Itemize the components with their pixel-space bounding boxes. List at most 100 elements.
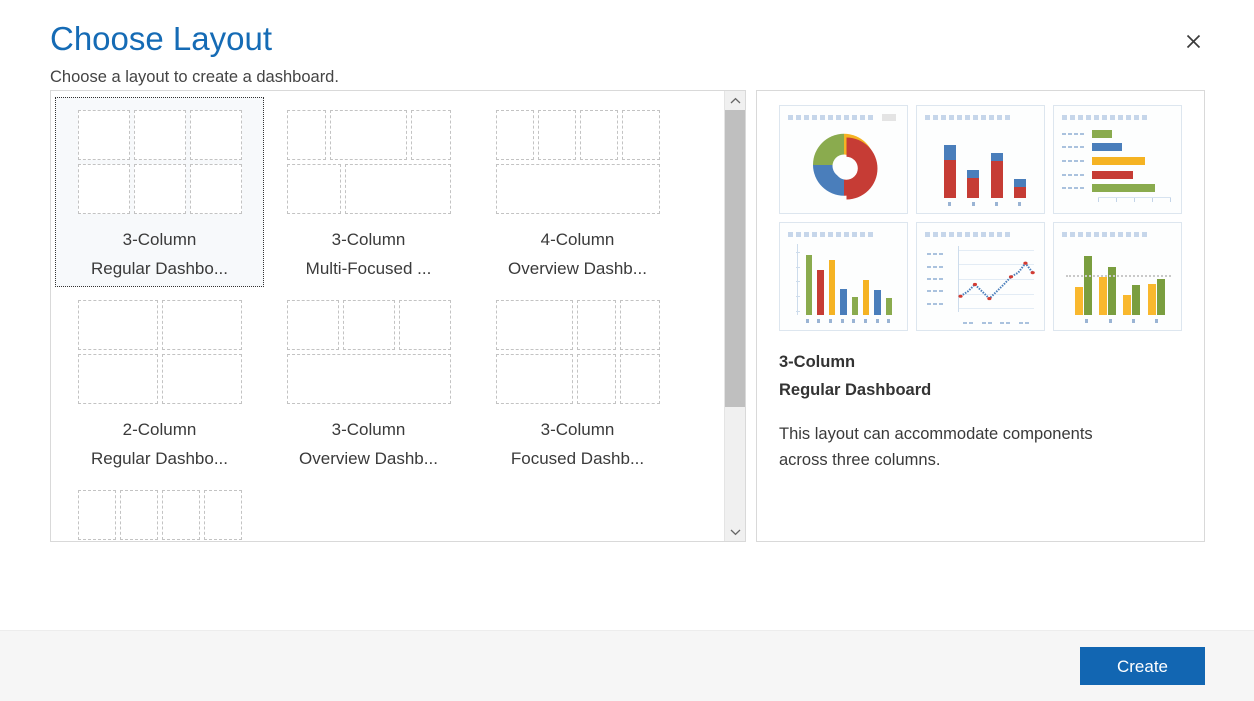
layout-cell bbox=[576, 300, 616, 350]
x-axis-ticks bbox=[801, 319, 894, 323]
layout-cell bbox=[621, 110, 660, 160]
bar bbox=[1156, 279, 1165, 315]
chevron-down-icon[interactable] bbox=[725, 522, 745, 541]
bar bbox=[851, 297, 858, 315]
grouped-bars bbox=[1071, 244, 1169, 315]
bar bbox=[1123, 294, 1132, 315]
layout-tile-6[interactable] bbox=[55, 477, 264, 541]
layout-cell bbox=[576, 354, 616, 404]
layout-tile-2[interactable]: 4-Column Overview Dashb... bbox=[473, 97, 682, 287]
layout-tile-diagram bbox=[495, 300, 660, 404]
target-line bbox=[1066, 274, 1171, 277]
bar bbox=[1147, 284, 1156, 315]
layout-tile-diagram bbox=[77, 300, 242, 404]
thumbnail-title-placeholder bbox=[788, 231, 899, 238]
layout-cell bbox=[495, 354, 573, 404]
create-button[interactable]: Create bbox=[1080, 647, 1205, 685]
bar-row bbox=[1062, 129, 1171, 138]
horizontal-bar-body bbox=[1062, 125, 1173, 207]
layout-preview-panel: 3-Column Regular Dashboard This layout c… bbox=[756, 90, 1205, 542]
layout-tile-3[interactable]: 2-Column Regular Dashbo... bbox=[55, 287, 264, 477]
layout-cell bbox=[161, 354, 242, 404]
layout-tile-diagram bbox=[77, 110, 242, 214]
layout-cell bbox=[77, 490, 116, 540]
layout-gallery: 3-Column Regular Dashbo... 3-Column Multi… bbox=[50, 90, 746, 542]
layout-cell bbox=[579, 110, 618, 160]
bar bbox=[967, 169, 980, 198]
layout-tile-label: 3-Column Multi-Focused ... bbox=[305, 230, 432, 278]
layout-cell bbox=[495, 110, 534, 160]
bar bbox=[1074, 287, 1083, 315]
thumbnail-title-placeholder bbox=[788, 114, 899, 121]
x-axis-ticks bbox=[1097, 198, 1171, 202]
layout-cell bbox=[133, 110, 186, 160]
thumbnail-badge bbox=[882, 114, 896, 121]
layout-cell bbox=[286, 110, 326, 160]
chevron-up-icon[interactable] bbox=[725, 91, 745, 110]
layout-tile-0[interactable]: 3-Column Regular Dashbo... bbox=[55, 97, 264, 287]
x-axis-label-placeholders bbox=[958, 322, 1033, 324]
line-chart-body bbox=[925, 242, 1036, 324]
grouped-bar-body bbox=[1062, 242, 1173, 324]
layout-cell bbox=[344, 164, 451, 214]
layout-tile-label: 4-Column Overview Dashb... bbox=[508, 230, 647, 278]
bar-row bbox=[1062, 170, 1171, 179]
layout-tile-5[interactable]: 3-Column Focused Dashb... bbox=[473, 287, 682, 477]
bar bbox=[943, 144, 957, 198]
bar bbox=[1132, 285, 1141, 315]
gallery-scrollbar[interactable] bbox=[724, 91, 745, 541]
dialog-body: 3-Column Regular Dashbo... 3-Column Multi… bbox=[0, 88, 1254, 701]
y-axis-line bbox=[796, 244, 798, 315]
column-bars bbox=[804, 244, 895, 315]
layout-cell bbox=[620, 300, 660, 350]
layout-cell bbox=[203, 490, 242, 540]
choose-layout-dialog: Choose Layout Choose a layout to create … bbox=[0, 0, 1254, 701]
x-axis-ticks bbox=[938, 202, 1031, 206]
layout-tile-diagram bbox=[286, 110, 451, 214]
bar-group bbox=[1123, 285, 1141, 315]
layout-tile-label: 3-Column Regular Dashbo... bbox=[90, 230, 229, 278]
layout-cell bbox=[330, 110, 407, 160]
layout-tile-diagram bbox=[286, 300, 451, 404]
column-chart-thumbnail bbox=[779, 222, 908, 331]
scrollbar-thumb[interactable] bbox=[725, 110, 745, 407]
layout-cell bbox=[286, 300, 339, 350]
bar bbox=[862, 280, 870, 315]
layout-cell bbox=[77, 354, 158, 404]
layout-cell bbox=[398, 300, 451, 350]
thumbnail-title-placeholder bbox=[1062, 231, 1173, 238]
bar bbox=[806, 255, 813, 315]
thumbnail-title-placeholder bbox=[925, 231, 1036, 238]
layout-tile-diagram bbox=[77, 490, 242, 541]
scrollbar-track[interactable] bbox=[725, 110, 745, 522]
stacked-bar-body bbox=[925, 125, 1036, 207]
bar bbox=[828, 259, 836, 315]
page-title: Choose Layout bbox=[50, 20, 272, 57]
donut-chart-thumbnail bbox=[779, 105, 908, 214]
grouped-bar-chart-thumbnail bbox=[1053, 222, 1182, 331]
bar bbox=[817, 269, 824, 315]
line-chart-thumbnail bbox=[916, 222, 1045, 331]
layout-tile-4[interactable]: 3-Column Overview Dashb... bbox=[264, 287, 473, 477]
layout-cell bbox=[495, 300, 573, 350]
layout-cell bbox=[189, 110, 242, 160]
layout-cell bbox=[161, 490, 200, 540]
layout-cell bbox=[77, 164, 130, 214]
layout-tile-label: 2-Column Regular Dashbo... bbox=[90, 420, 229, 468]
window-left-edge bbox=[0, 330, 3, 372]
preview-title: 3-Column Regular Dashboard bbox=[779, 353, 932, 399]
dialog-footer: Create bbox=[0, 630, 1254, 701]
bar-group bbox=[1074, 256, 1092, 315]
layout-gallery-scroll-area[interactable]: 3-Column Regular Dashbo... 3-Column Multi… bbox=[51, 91, 724, 541]
layout-tile-label: 3-Column Focused Dashb... bbox=[510, 420, 645, 468]
preview-description: This layout can accommodate components a… bbox=[779, 425, 1093, 469]
layout-cell bbox=[620, 354, 660, 404]
column-chart-body bbox=[788, 242, 899, 324]
preview-thumbnail-grid bbox=[779, 105, 1182, 331]
bar-row bbox=[1062, 143, 1171, 152]
layout-tile-1[interactable]: 3-Column Multi-Focused ... bbox=[264, 97, 473, 287]
close-icon[interactable] bbox=[1178, 26, 1208, 56]
layout-cell bbox=[77, 110, 130, 160]
stacked-bars bbox=[938, 127, 1031, 198]
layout-cell bbox=[495, 164, 660, 214]
